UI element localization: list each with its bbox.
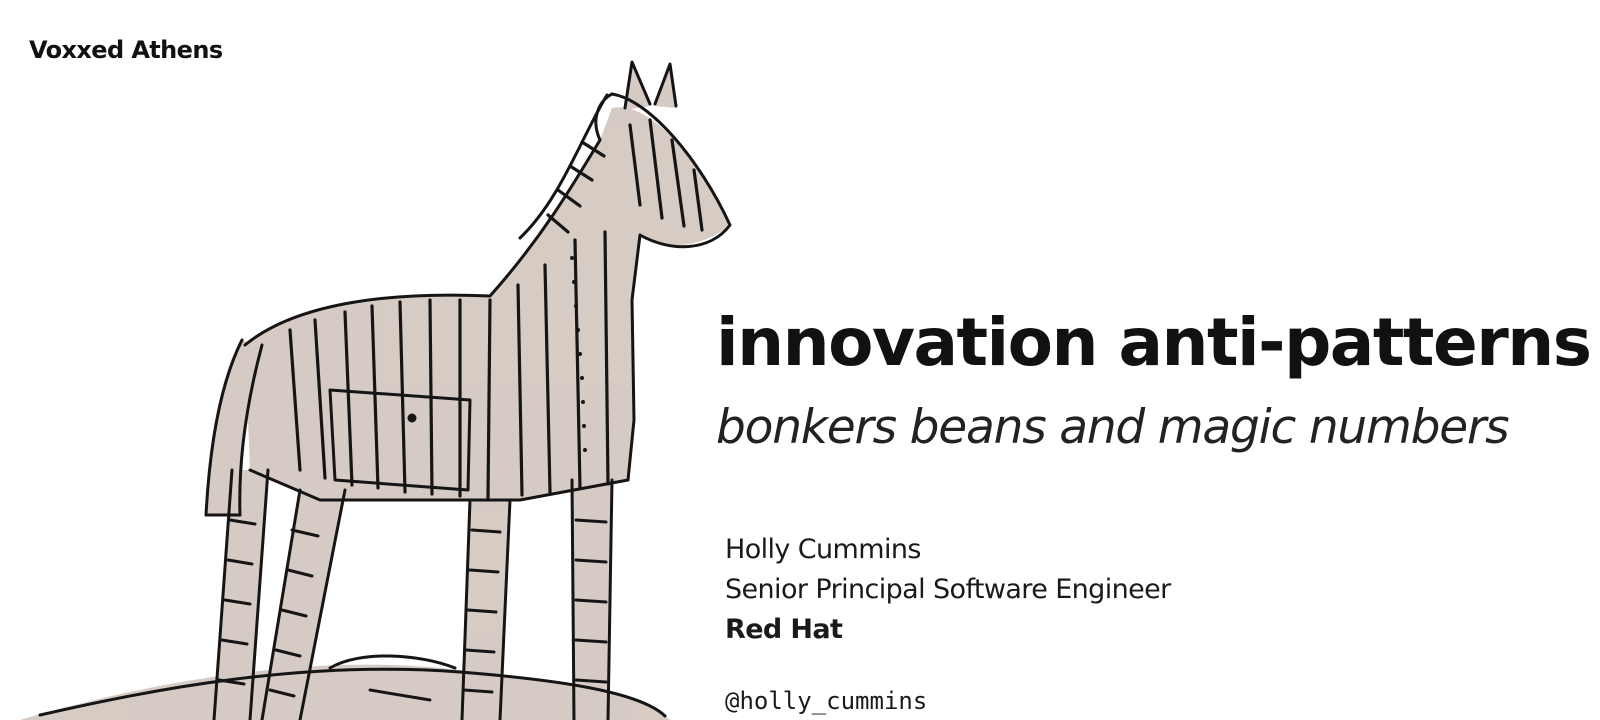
- speaker-info: Holly Cummins Senior Principal Software …: [725, 530, 1171, 650]
- speaker-role: Senior Principal Software Engineer: [725, 574, 1171, 605]
- talk-subtitle: bonkers beans and magic numbers: [716, 400, 1510, 455]
- speaker-company: Red Hat: [725, 614, 843, 645]
- speaker-name: Holly Cummins: [725, 534, 921, 565]
- talk-title: innovation anti-patterns: [716, 304, 1592, 381]
- striped-horse-illustration: [20, 60, 732, 720]
- speaker-handle: @holly_cummins: [725, 687, 928, 715]
